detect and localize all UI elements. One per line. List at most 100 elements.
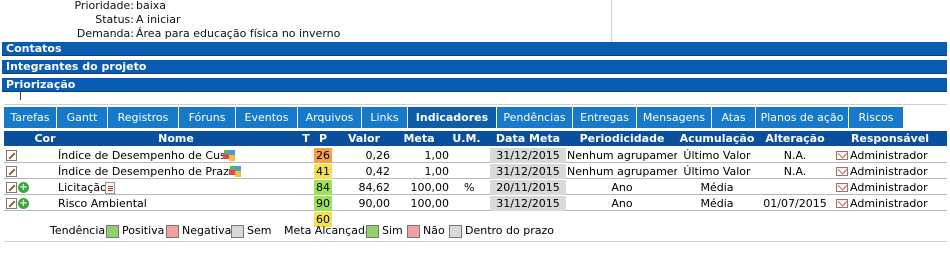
change-date-cell: N.A. — [783, 149, 807, 162]
unit-cell — [464, 196, 484, 211]
project-info: Prioridade: baixa Status: A iniciar Dema… — [0, 0, 950, 42]
document-icon — [105, 182, 115, 194]
section-integrantes[interactable]: Integrantes do projeto — [2, 60, 947, 74]
col-header-data-meta[interactable]: Data Meta — [489, 131, 567, 146]
target-date-cell: 20/11/2015 — [490, 180, 566, 195]
add-icon[interactable]: + — [18, 182, 29, 193]
divider-tick — [20, 91, 21, 100]
section-priorizacao[interactable]: Priorização — [2, 78, 947, 92]
info-key-status: Status: — [95, 13, 134, 26]
tab-mensagens[interactable]: Mensagens — [637, 107, 712, 128]
periodicity-cell: Ano — [611, 181, 633, 194]
tab-riscos[interactable]: Riscos — [849, 107, 904, 128]
mail-icon[interactable] — [836, 167, 848, 176]
value-cell: 0,26 — [365, 149, 391, 162]
tab-atas[interactable]: Atas — [712, 107, 756, 128]
priority-cell: 26 — [314, 148, 332, 163]
unit-cell — [464, 148, 484, 163]
accumulation-cell: Média — [700, 181, 734, 194]
mail-icon[interactable] — [836, 151, 848, 160]
tab-links[interactable]: Links — [362, 107, 408, 128]
tab-registros[interactable]: Registros — [108, 107, 179, 128]
legend-tendencia-label: Tendência: — [50, 224, 109, 237]
indicator-name[interactable]: Índice de Desempenho de Custo — [58, 148, 228, 163]
target-date-cell: 31/12/2015 — [490, 164, 566, 179]
col-header-periodicidade[interactable]: Periodicidade — [567, 131, 677, 146]
accumulation-cell: Último Valor — [683, 165, 751, 178]
edit-icon[interactable] — [6, 166, 17, 177]
tab-planos-de-acao[interactable]: Planos de ação — [756, 107, 849, 128]
edit-icon[interactable] — [6, 150, 17, 161]
priority-cell: 41 — [314, 164, 332, 179]
periodicity-cell: Nenhum agrupamento — [567, 165, 677, 178]
col-header-responsavel[interactable]: Responsável — [833, 131, 947, 146]
indicator-name[interactable]: Licitação — [58, 180, 108, 195]
priority-cell: 84 — [314, 180, 332, 195]
col-header-valor[interactable]: Valor — [334, 131, 394, 146]
meta-cell: 100,00 — [410, 197, 450, 210]
edit-icon[interactable] — [6, 182, 17, 193]
responsible-cell[interactable]: Administrador — [850, 148, 946, 163]
table-row[interactable]: Índice de Desempenho de Custo 26 0,26 1,… — [4, 148, 947, 163]
table-row[interactable]: Índice de Desempenho de Prazo 41 0,42 1,… — [4, 164, 947, 179]
legend-swatch-sem — [231, 225, 244, 238]
responsible-cell[interactable]: Administrador — [850, 196, 946, 211]
indicator-name[interactable]: Índice de Desempenho de Prazo — [58, 164, 233, 179]
indicator-name[interactable]: Risco Ambiental — [58, 196, 178, 211]
info-value-demanda: Área para educação física no inverno — [136, 27, 341, 40]
col-header-nome[interactable]: Nome — [56, 131, 296, 146]
table-row[interactable]: + Risco Ambiental 90 90,00 100,00 31/12/… — [4, 196, 947, 211]
legend-positiva: Positiva — [122, 224, 165, 237]
mail-icon[interactable] — [836, 183, 848, 192]
info-row-prioridade: Prioridade: baixa — [0, 0, 612, 13]
col-header-p[interactable]: P — [314, 131, 332, 146]
change-date-cell: 01/07/2015 — [763, 197, 827, 210]
tab-eventos[interactable]: Eventos — [236, 107, 298, 128]
table-header: Cor Nome T P Valor Meta U.M. Data Meta P… — [4, 131, 947, 146]
add-icon[interactable]: + — [18, 198, 29, 209]
legend: Tendência: Positiva Negativa Sem Meta Al… — [0, 223, 950, 239]
info-value-status: A iniciar — [136, 13, 181, 26]
col-header-meta[interactable]: Meta — [394, 131, 444, 146]
tab-foruns[interactable]: Fóruns — [179, 107, 236, 128]
section-contatos[interactable]: Contatos — [2, 42, 947, 56]
change-date-cell — [757, 180, 833, 195]
periodicity-cell: Nenhum agrupamento — [567, 149, 677, 162]
meta-cell: 1,00 — [424, 165, 450, 178]
legend-swatch-sim — [366, 225, 379, 238]
tab-indicadores[interactable]: Indicadores — [408, 107, 497, 128]
legend-nao: Não — [423, 224, 445, 237]
legend-sim: Sim — [382, 224, 403, 237]
value-cell: 0,42 — [365, 165, 391, 178]
unit-cell — [464, 164, 484, 179]
legend-swatch-nao — [407, 225, 420, 238]
responsible-cell[interactable]: Administrador — [850, 180, 946, 195]
info-row-status: Status: A iniciar — [0, 13, 612, 27]
puzzle-icon — [223, 150, 235, 161]
col-header-acumulacao[interactable]: Acumulação — [677, 131, 757, 146]
tab-entregas[interactable]: Entregas — [573, 107, 637, 128]
info-key-demanda: Demanda: — [76, 27, 134, 40]
col-header-alteracao[interactable]: Alteração — [757, 131, 833, 146]
target-date-cell: 31/12/2015 — [490, 148, 566, 163]
meta-cell: 1,00 — [424, 149, 450, 162]
target-date-cell: 31/12/2015 — [490, 196, 566, 211]
col-header-t[interactable]: T — [300, 131, 312, 146]
unit-cell: % — [464, 181, 475, 194]
edit-icon[interactable] — [6, 198, 17, 209]
responsible-cell[interactable]: Administrador — [850, 164, 946, 179]
col-header-cor[interactable]: Cor — [34, 131, 56, 146]
mail-icon[interactable] — [836, 199, 848, 208]
meta-cell: 100,00 — [410, 181, 450, 194]
legend-sem: Sem — [247, 224, 272, 237]
tab-pendencias[interactable]: Pendências — [497, 107, 573, 128]
tab-gantt[interactable]: Gantt — [57, 107, 108, 128]
table-row[interactable]: + Licitação 84 84,62 100,00 % 20/11/2015… — [4, 180, 947, 195]
col-header-um[interactable]: U.M. — [444, 131, 489, 146]
value-cell: 90,00 — [358, 197, 391, 210]
legend-negativa: Negativa — [182, 224, 232, 237]
tab-tarefas[interactable]: Tarefas — [4, 107, 57, 128]
value-cell: 84,62 — [358, 181, 391, 194]
tab-arquivos[interactable]: Arquivos — [298, 107, 362, 128]
legend-swatch-negativa — [166, 225, 179, 238]
